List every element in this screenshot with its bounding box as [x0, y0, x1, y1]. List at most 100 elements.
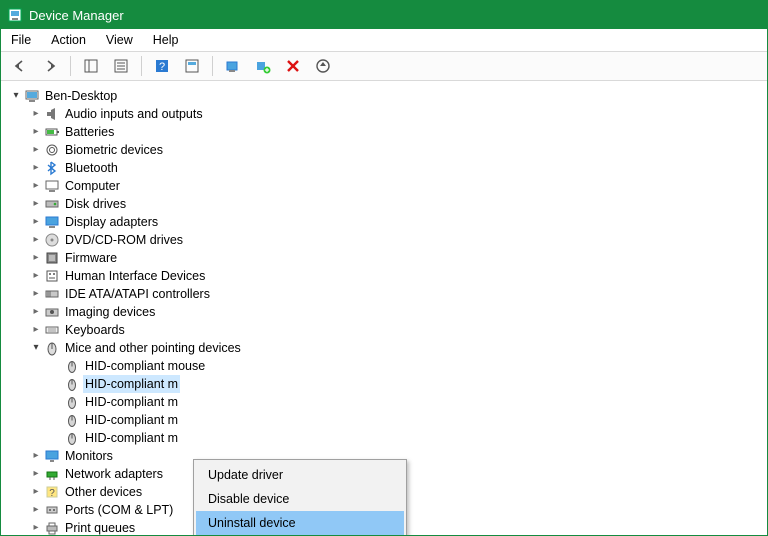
- svg-text:?: ?: [159, 61, 165, 73]
- title-bar: Device Manager: [1, 1, 767, 29]
- expand-icon[interactable]: ▸: [29, 321, 43, 339]
- expand-icon[interactable]: ▸: [29, 267, 43, 285]
- category-label: Keyboards: [63, 321, 127, 339]
- mouse-icon: [63, 394, 81, 410]
- category-icon: [43, 340, 61, 356]
- category-label: Human Interface Devices: [63, 267, 207, 285]
- app-icon: [7, 7, 23, 23]
- device-label: HID-compliant mouse: [83, 357, 207, 375]
- tree-root[interactable]: ▾ Ben-Desktop: [9, 87, 767, 105]
- toolbar: ?: [1, 52, 767, 81]
- mouse-icon: [63, 376, 81, 392]
- expand-icon[interactable]: ▸: [29, 177, 43, 195]
- category-icon: [43, 232, 61, 248]
- tree-device[interactable]: HID-compliant m: [9, 393, 767, 411]
- tree-root-label: Ben-Desktop: [43, 87, 119, 105]
- expand-icon[interactable]: ▸: [29, 501, 43, 519]
- category-label: DVD/CD-ROM drives: [63, 231, 185, 249]
- expand-icon[interactable]: ▸: [29, 483, 43, 501]
- help-button[interactable]: ?: [149, 53, 175, 79]
- forward-button[interactable]: [37, 53, 63, 79]
- category-icon: [43, 322, 61, 338]
- tree-category[interactable]: ▸IDE ATA/ATAPI controllers: [9, 285, 767, 303]
- expand-icon[interactable]: ▸: [29, 249, 43, 267]
- category-icon: ?: [43, 484, 61, 500]
- tree-category[interactable]: ▸Display adapters: [9, 213, 767, 231]
- update-driver-button[interactable]: [310, 53, 336, 79]
- tree-device[interactable]: HID-compliant m: [9, 375, 767, 393]
- tree-category[interactable]: ▸ DVD/CD-ROM drives: [9, 231, 767, 249]
- category-label: Network adapters: [63, 465, 165, 483]
- category-label: Print queues: [63, 519, 137, 536]
- category-label: Ports (COM & LPT): [63, 501, 175, 519]
- tree-device[interactable]: HID-compliant mouse: [9, 357, 767, 375]
- expand-icon[interactable]: ▾: [29, 339, 43, 357]
- tree-category[interactable]: ▸Batteries: [9, 123, 767, 141]
- ctx-disable-device[interactable]: Disable device: [196, 487, 404, 511]
- expand-icon[interactable]: ▸: [29, 519, 43, 536]
- expand-icon[interactable]: ▸: [29, 123, 43, 141]
- device-label: HID-compliant m: [83, 429, 180, 447]
- category-label: Mice and other pointing devices: [63, 339, 243, 357]
- category-icon: [43, 502, 61, 518]
- category-label: Firmware: [63, 249, 119, 267]
- action-button[interactable]: [179, 53, 205, 79]
- category-icon: [43, 286, 61, 302]
- add-legacy-hw-button[interactable]: [250, 53, 276, 79]
- tree-category[interactable]: ▸Imaging devices: [9, 303, 767, 321]
- category-icon: [43, 124, 61, 140]
- expand-icon[interactable]: ▸: [29, 447, 43, 465]
- category-icon: [43, 304, 61, 320]
- toolbar-separator: [70, 56, 71, 76]
- mouse-icon: [63, 430, 81, 446]
- expand-icon[interactable]: ▸: [29, 285, 43, 303]
- category-icon: [43, 142, 61, 158]
- category-icon: [43, 106, 61, 122]
- expand-icon[interactable]: ▸: [29, 159, 43, 177]
- uninstall-button[interactable]: [280, 53, 306, 79]
- tree-category[interactable]: ▸ Firmware: [9, 249, 767, 267]
- device-label: HID-compliant m: [83, 375, 180, 393]
- mouse-icon: [63, 358, 81, 374]
- category-icon: [43, 214, 61, 230]
- tree-category[interactable]: ▸Audio inputs and outputs: [9, 105, 767, 123]
- tree-category[interactable]: ▸Bluetooth: [9, 159, 767, 177]
- tree-device[interactable]: HID-compliant m: [9, 411, 767, 429]
- ctx-update-driver[interactable]: Update driver: [196, 463, 404, 487]
- expand-icon[interactable]: ▸: [29, 231, 43, 249]
- menu-file[interactable]: File: [11, 33, 31, 47]
- back-button[interactable]: [7, 53, 33, 79]
- category-icon: [43, 448, 61, 464]
- menu-action[interactable]: Action: [51, 33, 86, 47]
- tree-category[interactable]: ▸ Keyboards: [9, 321, 767, 339]
- expand-icon[interactable]: ▸: [29, 105, 43, 123]
- tree-category[interactable]: ▾ Mice and other pointing devices: [9, 339, 767, 357]
- menu-help[interactable]: Help: [153, 33, 179, 47]
- expand-icon[interactable]: ▸: [29, 213, 43, 231]
- tree-category[interactable]: ▸ Human Interface Devices: [9, 267, 767, 285]
- device-label: HID-compliant m: [83, 393, 180, 411]
- category-label: Biometric devices: [63, 141, 165, 159]
- device-tree[interactable]: ▾ Ben-Desktop ▸Audio inputs and outputs▸…: [1, 81, 767, 536]
- expand-icon[interactable]: ▾: [9, 87, 23, 105]
- tree-category[interactable]: ▸ Biometric devices: [9, 141, 767, 159]
- category-label: Disk drives: [63, 195, 128, 213]
- expand-icon[interactable]: ▸: [29, 465, 43, 483]
- computer-icon: [23, 88, 41, 104]
- toolbar-separator: [141, 56, 142, 76]
- menu-view[interactable]: View: [106, 33, 133, 47]
- tree-category[interactable]: ▸ Disk drives: [9, 195, 767, 213]
- category-icon: [43, 466, 61, 482]
- category-label: Computer: [63, 177, 122, 195]
- expand-icon[interactable]: ▸: [29, 195, 43, 213]
- window-title: Device Manager: [29, 8, 124, 23]
- properties-button[interactable]: [108, 53, 134, 79]
- expand-icon[interactable]: ▸: [29, 141, 43, 159]
- category-icon: [43, 196, 61, 212]
- tree-category[interactable]: ▸ Computer: [9, 177, 767, 195]
- ctx-uninstall-device[interactable]: Uninstall device: [196, 511, 404, 535]
- scan-hardware-button[interactable]: [220, 53, 246, 79]
- expand-icon[interactable]: ▸: [29, 303, 43, 321]
- show-hide-tree-button[interactable]: [78, 53, 104, 79]
- tree-device[interactable]: HID-compliant m: [9, 429, 767, 447]
